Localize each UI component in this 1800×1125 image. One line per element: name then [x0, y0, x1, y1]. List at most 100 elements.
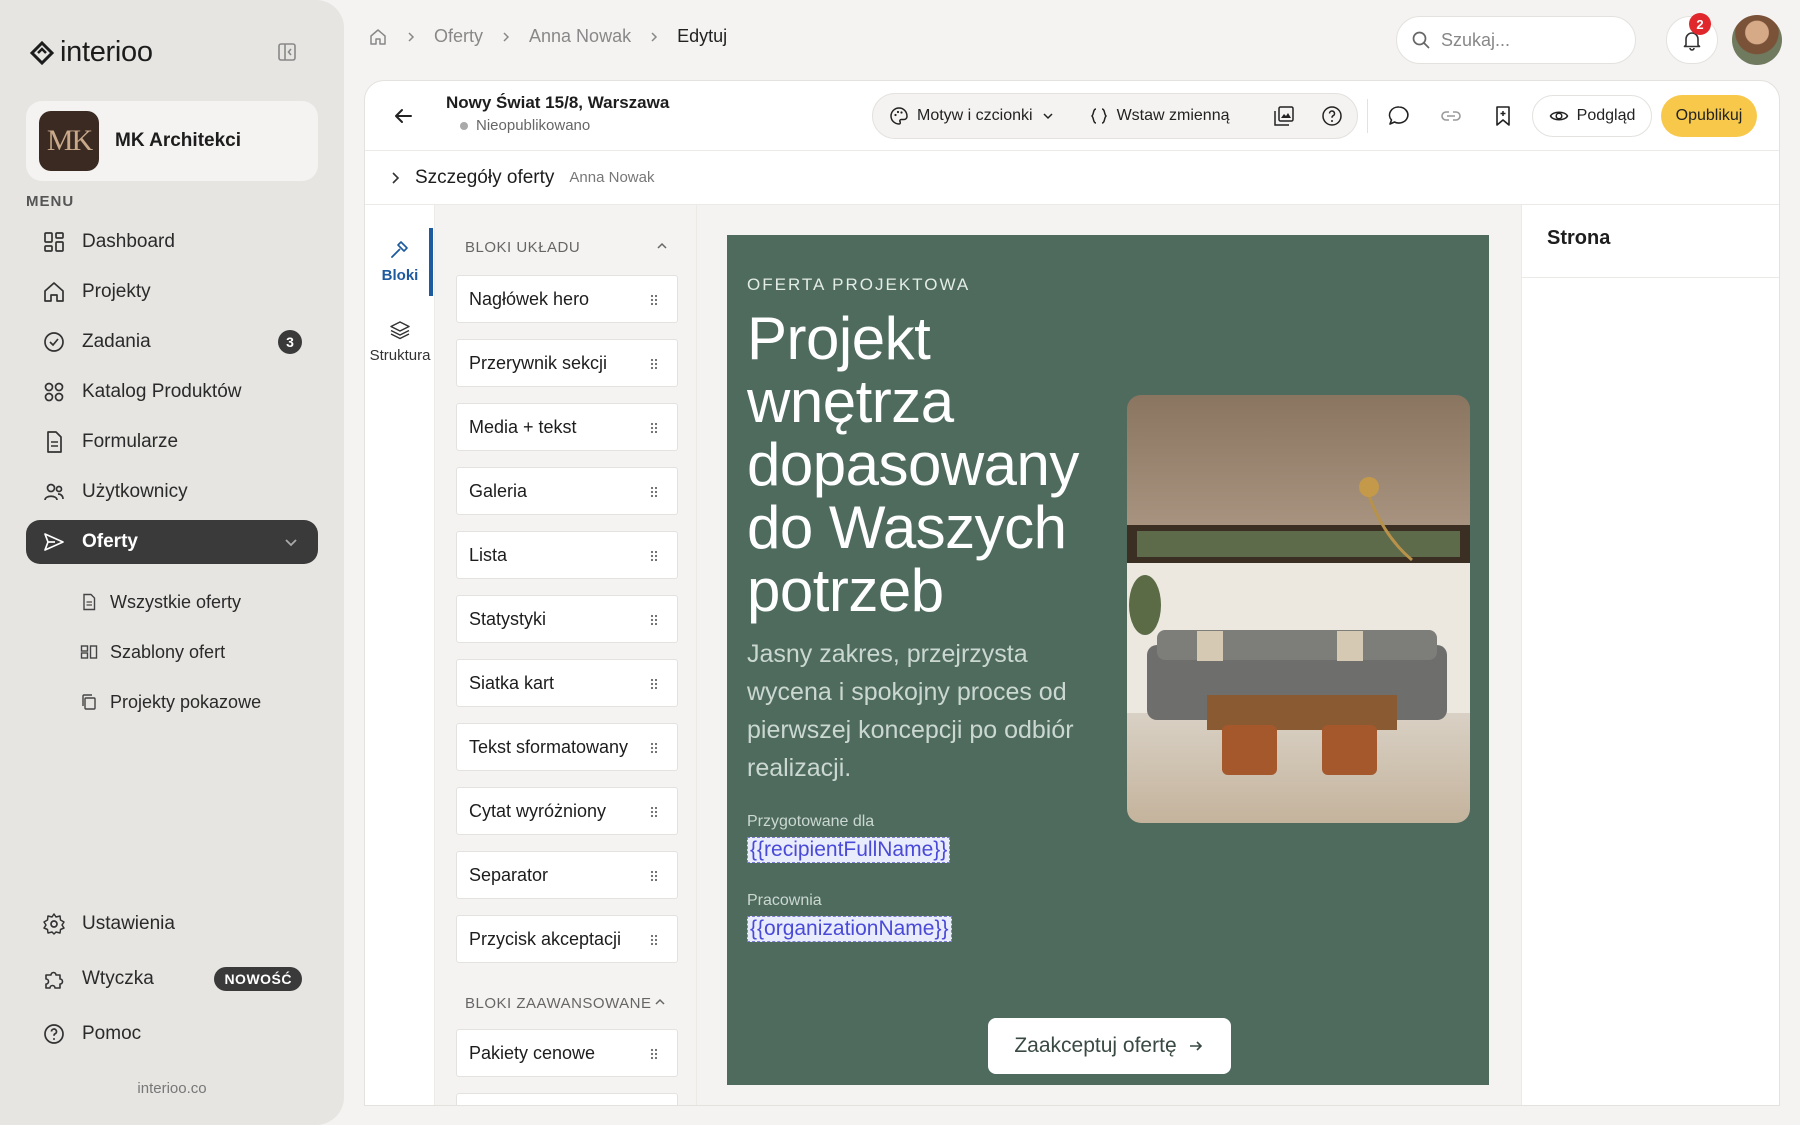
hero-block[interactable]: OFERTA PROJEKTOWA Projekt wnętrza dopaso…: [727, 235, 1489, 1085]
block-item[interactable]: Cytat wyróżniony: [456, 787, 678, 835]
nav-item-tasks[interactable]: Zadania 3: [26, 320, 318, 364]
hero-lead[interactable]: Jasny zakres, przejrzysta wycena i spoko…: [747, 635, 1087, 787]
nav-item-projects[interactable]: Projekty: [26, 270, 318, 314]
home-icon[interactable]: [368, 27, 388, 47]
layout-blocks-heading[interactable]: BLOKI UKŁADU: [465, 239, 675, 256]
comment-icon[interactable]: [1387, 104, 1411, 128]
insert-variable-button[interactable]: Wstaw zmienną: [1089, 106, 1230, 126]
subnav-label: Szablony ofert: [110, 641, 226, 662]
interior-photo[interactable]: [1127, 395, 1470, 823]
rail-tab-blocks[interactable]: Bloki: [365, 239, 435, 284]
drag-handle-icon[interactable]: [649, 805, 659, 819]
brand-logo[interactable]: interioo: [30, 36, 153, 69]
accept-offer-button[interactable]: Zaakceptuj ofertę: [988, 1018, 1231, 1074]
panel-rail: Bloki Struktura: [365, 205, 435, 1105]
drag-handle-icon[interactable]: [649, 933, 659, 947]
nav-item-users[interactable]: Użytkownicy: [26, 470, 318, 514]
chevron-down-icon: [1043, 113, 1053, 120]
status-dot: [460, 121, 468, 130]
chevron-down-icon[interactable]: [282, 533, 300, 551]
nav-label: Ustawienia: [82, 913, 175, 934]
org-switcher[interactable]: MK MK Architekci: [26, 101, 318, 181]
block-item[interactable]: Media + tekst: [456, 403, 678, 451]
block-label: Media + tekst: [469, 416, 577, 437]
hero-eyebrow[interactable]: OFERTA PROJEKTOWA: [747, 275, 970, 295]
block-item[interactable]: Pakiety cenowe: [456, 1029, 678, 1077]
editor-canvas: OFERTA PROJEKTOWA Projekt wnętrza dopaso…: [697, 205, 1521, 1105]
organization-variable-chip[interactable]: {{organizationName}}: [747, 916, 952, 942]
media-library-icon[interactable]: [1273, 105, 1295, 127]
footer-link[interactable]: interioo.co: [0, 1080, 344, 1097]
drag-handle-icon[interactable]: [649, 869, 659, 883]
drag-handle-icon[interactable]: [649, 293, 659, 307]
drag-handle-icon[interactable]: [649, 741, 659, 755]
nav-item-dashboard[interactable]: Dashboard: [26, 220, 318, 264]
prepared-for-label: Przygotowane dla: [747, 813, 875, 830]
help-icon[interactable]: [1321, 105, 1343, 127]
block-item[interactable]: ...: [456, 1093, 678, 1105]
search-input[interactable]: [1441, 29, 1621, 51]
subnav-all-offers[interactable]: Wszystkie oferty: [80, 584, 241, 620]
bookmark-icon[interactable]: [1491, 104, 1515, 128]
subnav-showcase-projects[interactable]: Projekty pokazowe: [80, 684, 261, 720]
preview-label: Podgląd: [1576, 107, 1636, 124]
block-item[interactable]: Przycisk akceptacji: [456, 915, 678, 963]
theme-fonts-button[interactable]: Motyw i czcionki: [889, 106, 1055, 126]
block-item[interactable]: Siatka kart: [456, 659, 678, 707]
drag-handle-icon[interactable]: [649, 613, 659, 627]
theme-fonts-label: Motyw i czcionki: [917, 107, 1033, 124]
breadcrumb-item[interactable]: Oferty: [434, 26, 483, 47]
blocks-panel: BLOKI UKŁADU Nagłówek hero Przerywnik sek…: [435, 205, 697, 1105]
palette-icon: [890, 107, 908, 125]
users-icon: [44, 483, 64, 501]
breadcrumb-item[interactable]: Anna Nowak: [529, 26, 631, 47]
new-badge: NOWOŚĆ: [214, 967, 302, 991]
drag-handle-icon[interactable]: [649, 677, 659, 691]
nav-item-settings[interactable]: Ustawienia: [26, 902, 318, 946]
drag-handle-icon[interactable]: [649, 485, 659, 499]
search-box[interactable]: [1396, 16, 1636, 64]
layers-icon: [390, 321, 410, 340]
block-item[interactable]: Przerywnik sekcji: [456, 339, 678, 387]
nav-label: Katalog Produktów: [82, 381, 242, 402]
block-item[interactable]: Statystyki: [456, 595, 678, 643]
rail-label: Bloki: [381, 267, 419, 284]
drag-handle-icon[interactable]: [649, 1047, 659, 1061]
advanced-blocks-heading[interactable]: BLOKI ZAAWANSOWANE: [465, 995, 675, 1012]
notifications-button[interactable]: 2: [1666, 13, 1718, 64]
link-icon[interactable]: [1439, 104, 1463, 128]
block-item[interactable]: Galeria: [456, 467, 678, 515]
publish-button[interactable]: Opublikuj: [1661, 95, 1757, 137]
sidebar-collapse-icon[interactable]: [277, 42, 297, 62]
nav-item-help[interactable]: Pomoc: [26, 1012, 318, 1056]
status-label: Nieopublikowano: [476, 117, 591, 134]
accept-label: Zaakceptuj ofertę: [1014, 1034, 1177, 1057]
avatar[interactable]: [1732, 15, 1782, 65]
block-item[interactable]: Nagłówek hero: [456, 275, 678, 323]
nav-label: Dashboard: [82, 231, 175, 252]
offer-details-toggle[interactable]: Szczegóły oferty Anna Nowak: [365, 151, 1779, 205]
block-item[interactable]: Separator: [456, 851, 678, 899]
copy-icon: [82, 694, 96, 710]
subnav-templates[interactable]: Szablony ofert: [80, 634, 225, 670]
block-label: Przycisk akceptacji: [469, 928, 622, 949]
breadcrumb: Oferty Anna Nowak Edytuj: [368, 26, 727, 47]
block-item[interactable]: Tekst sformatowany: [456, 723, 678, 771]
nav-item-offers[interactable]: Oferty: [26, 520, 318, 564]
recipient-variable-chip[interactable]: {{recipientFullName}}: [747, 837, 951, 863]
block-item[interactable]: Lista: [456, 531, 678, 579]
drag-handle-icon[interactable]: [649, 421, 659, 435]
back-arrow-icon[interactable]: [391, 104, 415, 128]
nav-item-forms[interactable]: Formularze: [26, 420, 318, 464]
nav-item-catalog[interactable]: Katalog Produktów: [26, 370, 318, 414]
hammer-icon: [391, 241, 408, 258]
drag-handle-icon[interactable]: [649, 549, 659, 563]
rail-tab-structure[interactable]: Struktura: [365, 319, 435, 364]
nav-item-plugin[interactable]: Wtyczka NOWOŚĆ: [26, 957, 318, 1001]
drag-handle-icon[interactable]: [649, 357, 659, 371]
properties-title: Strona: [1547, 227, 1611, 249]
block-label: Nagłówek hero: [469, 288, 590, 309]
hero-headline[interactable]: Projekt wnętrza dopasowany do Waszych po…: [747, 307, 1107, 622]
details-client: Anna Nowak: [569, 169, 655, 186]
preview-button[interactable]: Podgląd: [1532, 95, 1652, 137]
